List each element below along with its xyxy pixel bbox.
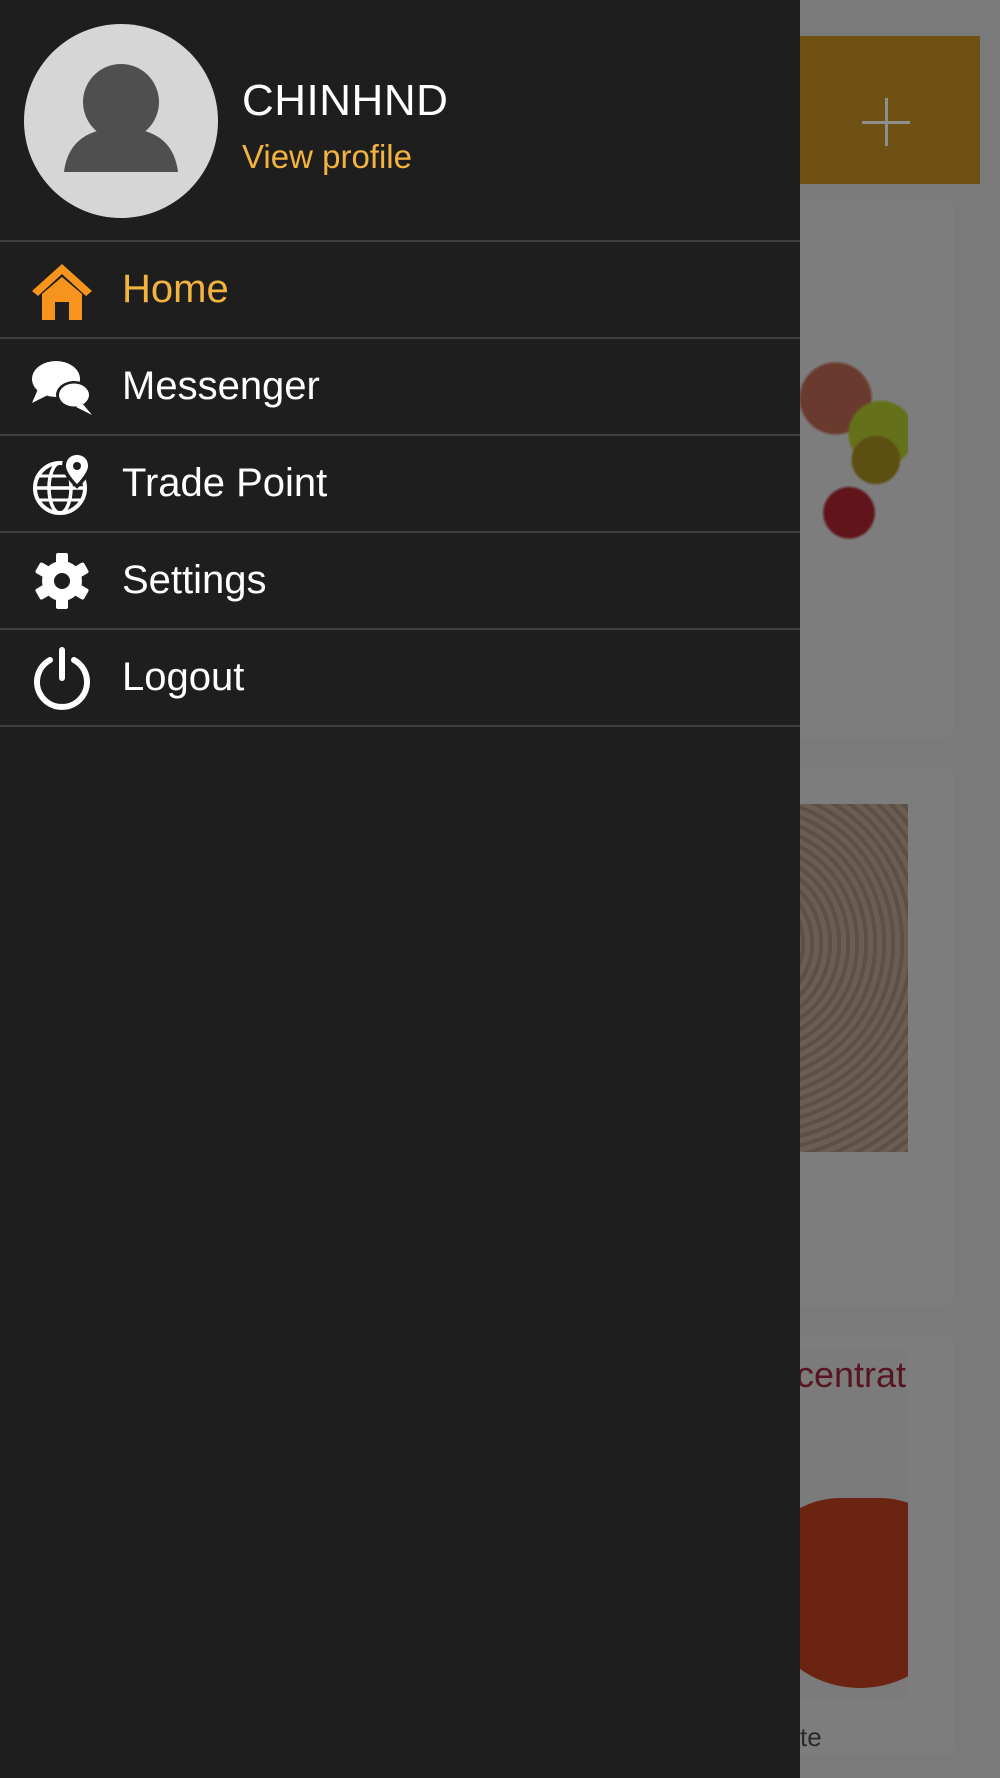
chat-bubbles-icon xyxy=(32,360,92,415)
menu-item-settings[interactable]: Settings xyxy=(0,531,800,628)
avatar[interactable] xyxy=(24,24,218,218)
globe-pin-icon xyxy=(33,451,93,515)
drawer-menu: Home Messenger Trade Point Settings Logo… xyxy=(0,240,800,727)
menu-item-trade-point[interactable]: Trade Point xyxy=(0,434,800,531)
menu-item-home[interactable]: Home xyxy=(0,240,800,337)
home-icon xyxy=(32,263,92,320)
menu-label: Settings xyxy=(122,558,267,602)
person-icon xyxy=(64,64,178,172)
menu-label: Logout xyxy=(122,655,245,699)
power-icon xyxy=(34,646,90,710)
menu-label: Messenger xyxy=(122,364,320,408)
plus-icon[interactable] xyxy=(856,92,916,152)
menu-item-messenger[interactable]: Messenger xyxy=(0,337,800,434)
product-image-text: centrat xyxy=(796,1354,907,1395)
product-caption: te xyxy=(800,1722,822,1752)
view-profile-link[interactable]: View profile xyxy=(242,138,412,176)
navigation-drawer: CHINHND View profile Home Messenger Trad… xyxy=(0,0,800,1778)
menu-item-logout[interactable]: Logout xyxy=(0,628,800,727)
gear-icon xyxy=(35,552,89,609)
profile-header: CHINHND View profile xyxy=(0,0,800,240)
username: CHINHND xyxy=(242,76,449,125)
menu-label: Trade Point xyxy=(122,461,328,505)
menu-label: Home xyxy=(122,267,229,311)
